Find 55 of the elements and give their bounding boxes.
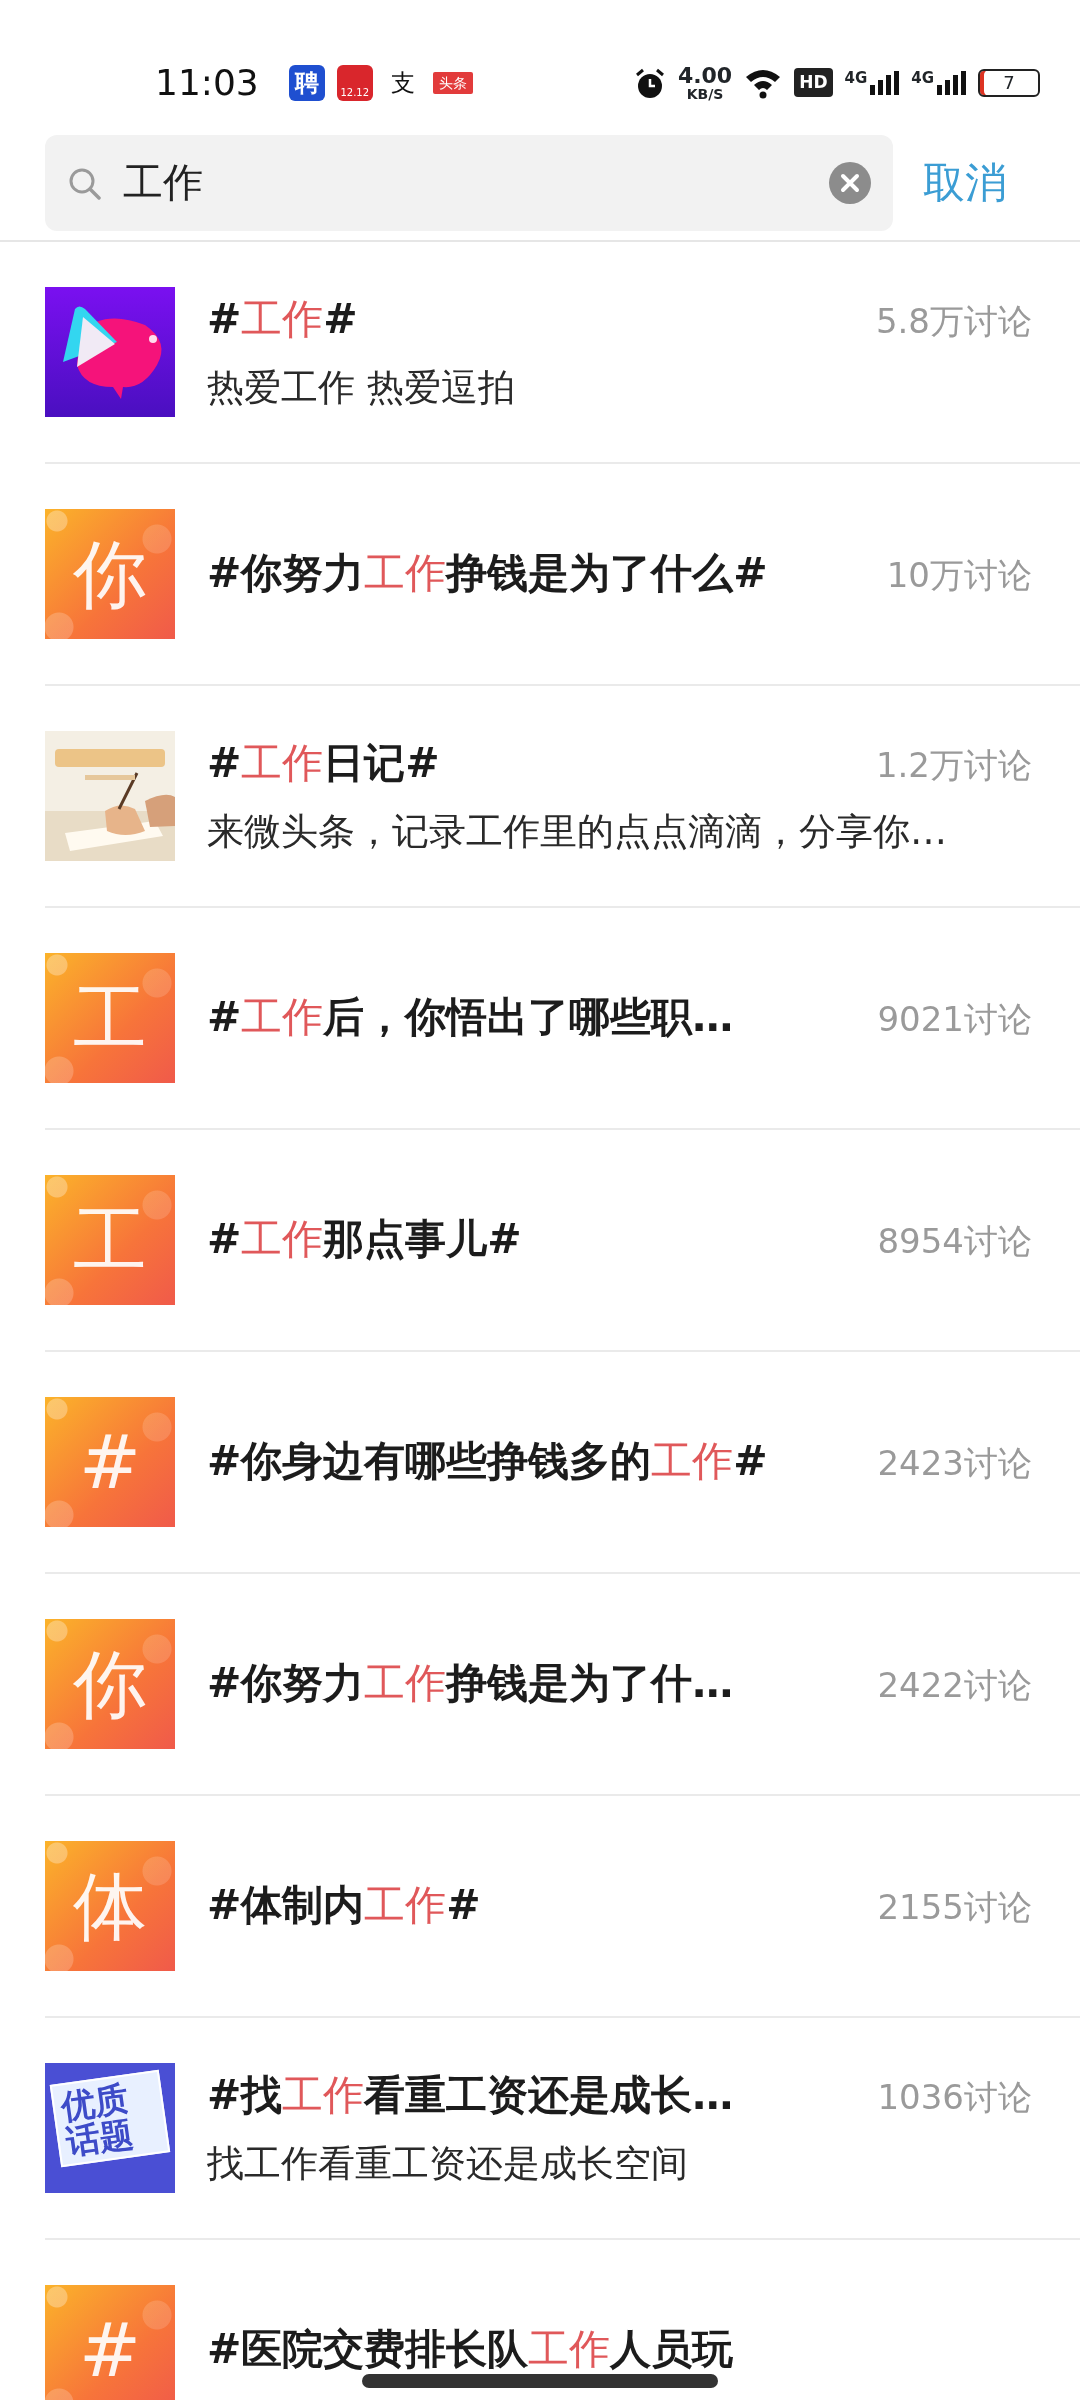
app-notification-icon: 聘 [288,64,325,101]
topic-title: #你努力工作挣钱是为了什… [207,1658,734,1710]
network-type: 4G [911,70,934,86]
topic-row[interactable]: #工作日记# 1.2万讨论 来微头条，记录工作里的点点滴滴，分享你… [45,686,1080,908]
topic-title: #你努力工作挣钱是为了什么# [207,548,768,600]
signal-icon [937,70,966,95]
network-type: 4G [844,70,868,86]
topic-title: #医院交费排长队工作人员玩 [207,2324,734,2376]
topic-row[interactable]: 体 #体制内工作# 2155讨论 [45,1796,1080,2018]
app-notification-icon: 支 [384,64,421,101]
discussion-count: 2155讨论 [876,1886,1032,1930]
clear-icon[interactable] [829,161,871,204]
battery-indicator: 7 [978,68,1040,97]
topic-title: #工作# [207,293,358,345]
thumbnail-letter: 体 [73,1869,147,1943]
discussion-count: 1036讨论 [876,2075,1032,2119]
topic-title: #体制内工作# [207,1880,481,1932]
thumbnail-letter: 工 [73,1203,147,1277]
topic-row[interactable]: 工 #工作后，你悟出了哪些职… 9021讨论 [45,908,1080,1130]
topic-title: #你身边有哪些挣钱多的工作# [207,1436,768,1488]
network-speed: 4.00 [677,64,733,87]
topic-title: #工作后，你悟出了哪些职… [207,992,734,1044]
topic-row[interactable]: 你 #你努力工作挣钱是为了什… 2422讨论 [45,1574,1080,1796]
thumbnail-letter: # [79,1425,141,1499]
status-time: 11:03 [155,60,259,105]
discussion-count: 5.8万讨论 [874,299,1032,343]
topic-row[interactable]: # #你身边有哪些挣钱多的工作# 2423讨论 [45,1352,1080,1574]
discussion-count: 1.2万讨论 [874,743,1032,787]
topic-subtitle: 热爱工作 热爱逗拍 [207,365,516,411]
thumbnail-letter: 你 [73,1647,147,1721]
hd-badge: HD [794,67,833,98]
thumbnail-letter: 工 [73,981,147,1055]
signal-icon [870,70,900,95]
speed-unit: KB/S [686,86,724,101]
app-notification-icon: 12.12 [336,64,373,101]
search-field[interactable]: 工作 [45,134,893,231]
discussion-count: 2422讨论 [876,1664,1032,1708]
topic-row[interactable]: 工 #工作那点事儿# 8954讨论 [45,1130,1080,1352]
topic-subtitle: 找工作看重工资还是成长空间 [207,2141,689,2187]
topic-row[interactable]: 优质 话题 #找工作看重工资还是成长… 1036讨论 找工作看重工资还是成长空间 [45,2018,1080,2240]
discussion-count: 8954讨论 [876,1220,1032,1264]
thumbnail-letter: 你 [73,537,147,611]
topic-title: #工作那点事儿# [207,1214,522,1266]
app-logo-icon [45,287,175,417]
alarm-icon [633,66,666,99]
thumbnail-letter: # [79,2313,141,2387]
topic-title: #工作日记# [207,737,440,789]
topic-subtitle: 来微头条，记录工作里的点点滴滴，分享你… [207,809,948,855]
topic-title: #找工作看重工资还是成长… [207,2069,734,2121]
discussion-count: 9021讨论 [876,998,1032,1042]
app-notification-icon: 头条 [432,71,473,94]
topic-row[interactable]: 你 #你努力工作挣钱是为了什么# 10万讨论 [45,464,1080,686]
topic-row[interactable]: #工作# 5.8万讨论 热爱工作 热爱逗拍 [45,242,1080,464]
discussion-count: 10万讨论 [885,554,1032,598]
discussion-count: 2423讨论 [876,1442,1032,1486]
